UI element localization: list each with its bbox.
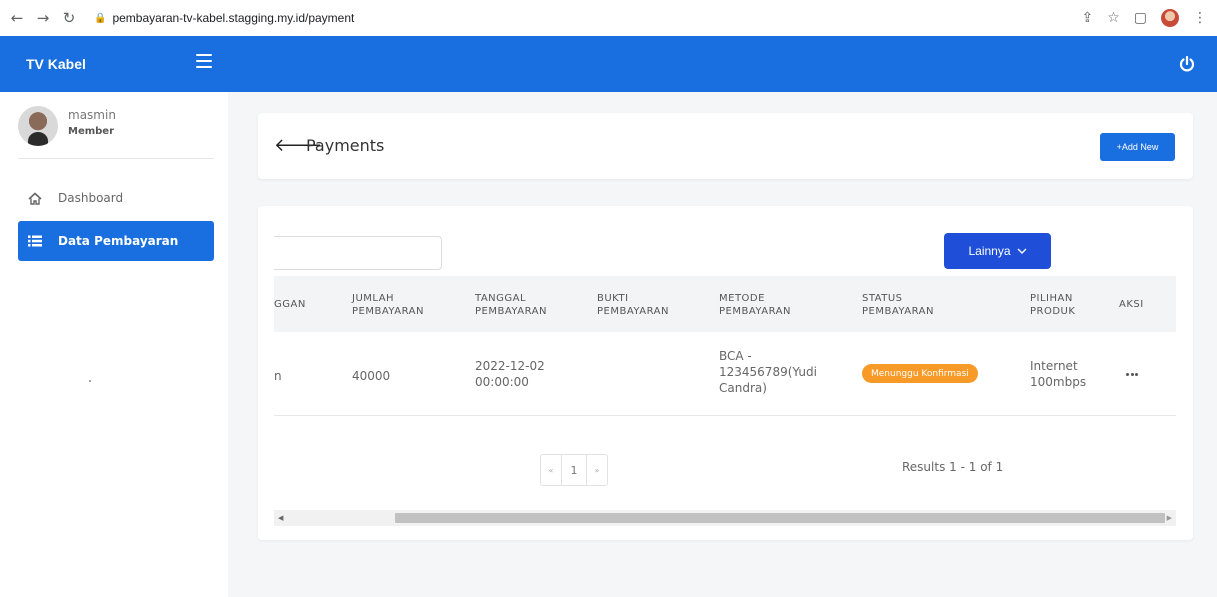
chevron-down-icon [1017,248,1027,254]
avatar [18,106,58,146]
lainnya-label: Lainnya [968,244,1011,258]
user-role: Member [68,126,115,137]
cell-tanggal: 2022-12-02 00:00:00 [475,359,545,389]
column-header-metode[interactable]: METODE PEMBAYARAN [719,292,791,318]
pagination-page-1[interactable]: 1 [561,455,587,485]
column-header-produk[interactable]: PILIHAN PRODUK [1030,292,1075,318]
user-name: masmin [68,108,116,122]
column-header-aksi[interactable]: AKSI [1119,298,1144,311]
back-icon[interactable]: ← [6,9,28,27]
column-header-pelanggan[interactable]: GGAN [274,298,306,311]
browser-menu-icon[interactable]: ⋮ [1193,10,1207,26]
horizontal-scrollbar[interactable]: ◀ ▶ [274,510,1176,526]
page-header-card: 🡐 Payments +Add New [258,113,1193,179]
sidebar-divider [18,158,214,159]
sidebar-item-dashboard[interactable]: Dashboard [18,178,214,218]
cell-metode: BCA -123456789(Yudi Candra) [719,349,817,395]
sidebar-header: TV Kabel [0,36,228,92]
lainnya-dropdown-button[interactable]: Lainnya [944,233,1051,269]
search-input[interactable] [274,236,442,270]
lock-icon: 🔒 [94,12,107,24]
power-icon[interactable] [1177,54,1197,74]
tab-view-icon[interactable]: ▢ [1134,10,1147,26]
column-header-jumlah[interactable]: JUMLAH PEMBAYARAN [352,292,424,318]
address-bar[interactable]: pembayaran-tv-kabel.stagging.my.id/payme… [112,11,354,25]
list-icon [28,235,42,247]
table-card: Lainnya GGAN JUMLAH PEMBAYARAN TANGGAL PEM… [258,206,1193,540]
stray-dot [89,380,91,382]
pagination: « 1 » [540,454,608,486]
forward-icon[interactable]: → [32,9,54,27]
scroll-left-icon[interactable]: ◀ [278,514,283,522]
sidebar-item-label: Dashboard [58,191,124,205]
top-navbar [228,36,1217,92]
user-panel: masmin Member [18,106,116,146]
share-icon[interactable]: ⇪ [1081,10,1093,26]
column-header-status[interactable]: STATUS PEMBAYARAN [862,292,934,318]
cell-jumlah: 40000 [352,369,391,383]
cell-produk: Internet 100mbps [1030,359,1087,389]
sidebar: masmin Member Dashboard Data Pembayaran [0,92,228,597]
bookmark-star-icon[interactable]: ☆ [1107,10,1120,26]
page-title: Payments [306,136,385,155]
status-badge: Menunggu Konfirmasi [862,364,978,383]
scroll-right-icon[interactable]: ▶ [1167,514,1172,522]
column-header-bukti[interactable]: BUKTI PEMBAYARAN [597,292,669,318]
brand-title: TV Kabel [26,56,86,72]
reload-icon[interactable]: ↻ [58,9,80,27]
table-scroll-area[interactable]: Lainnya GGAN JUMLAH PEMBAYARAN TANGGAL PEM… [274,232,1176,528]
results-count: Results 1 - 1 of 1 [902,460,1004,474]
profile-icon[interactable] [1161,9,1179,27]
hamburger-menu-icon[interactable] [196,54,212,68]
more-actions-icon[interactable] [1126,373,1138,377]
pagination-prev-button[interactable]: « [541,455,561,485]
add-new-button[interactable]: +Add New [1100,133,1175,161]
home-icon [28,191,42,205]
scrollbar-thumb[interactable] [395,513,1165,523]
column-header-tanggal[interactable]: TANGGAL PEMBAYARAN [475,292,547,318]
sidebar-item-data-pembayaran[interactable]: Data Pembayaran [18,221,214,261]
pagination-next-button[interactable]: » [587,455,607,485]
cell-pelanggan: n [274,369,282,383]
browser-toolbar: ← → ↻ 🔒 pembayaran-tv-kabel.stagging.my.… [0,0,1217,36]
sidebar-item-label: Data Pembayaran [58,234,179,248]
table-header: GGAN JUMLAH PEMBAYARAN TANGGAL PEMBAYARAN … [274,276,1176,332]
